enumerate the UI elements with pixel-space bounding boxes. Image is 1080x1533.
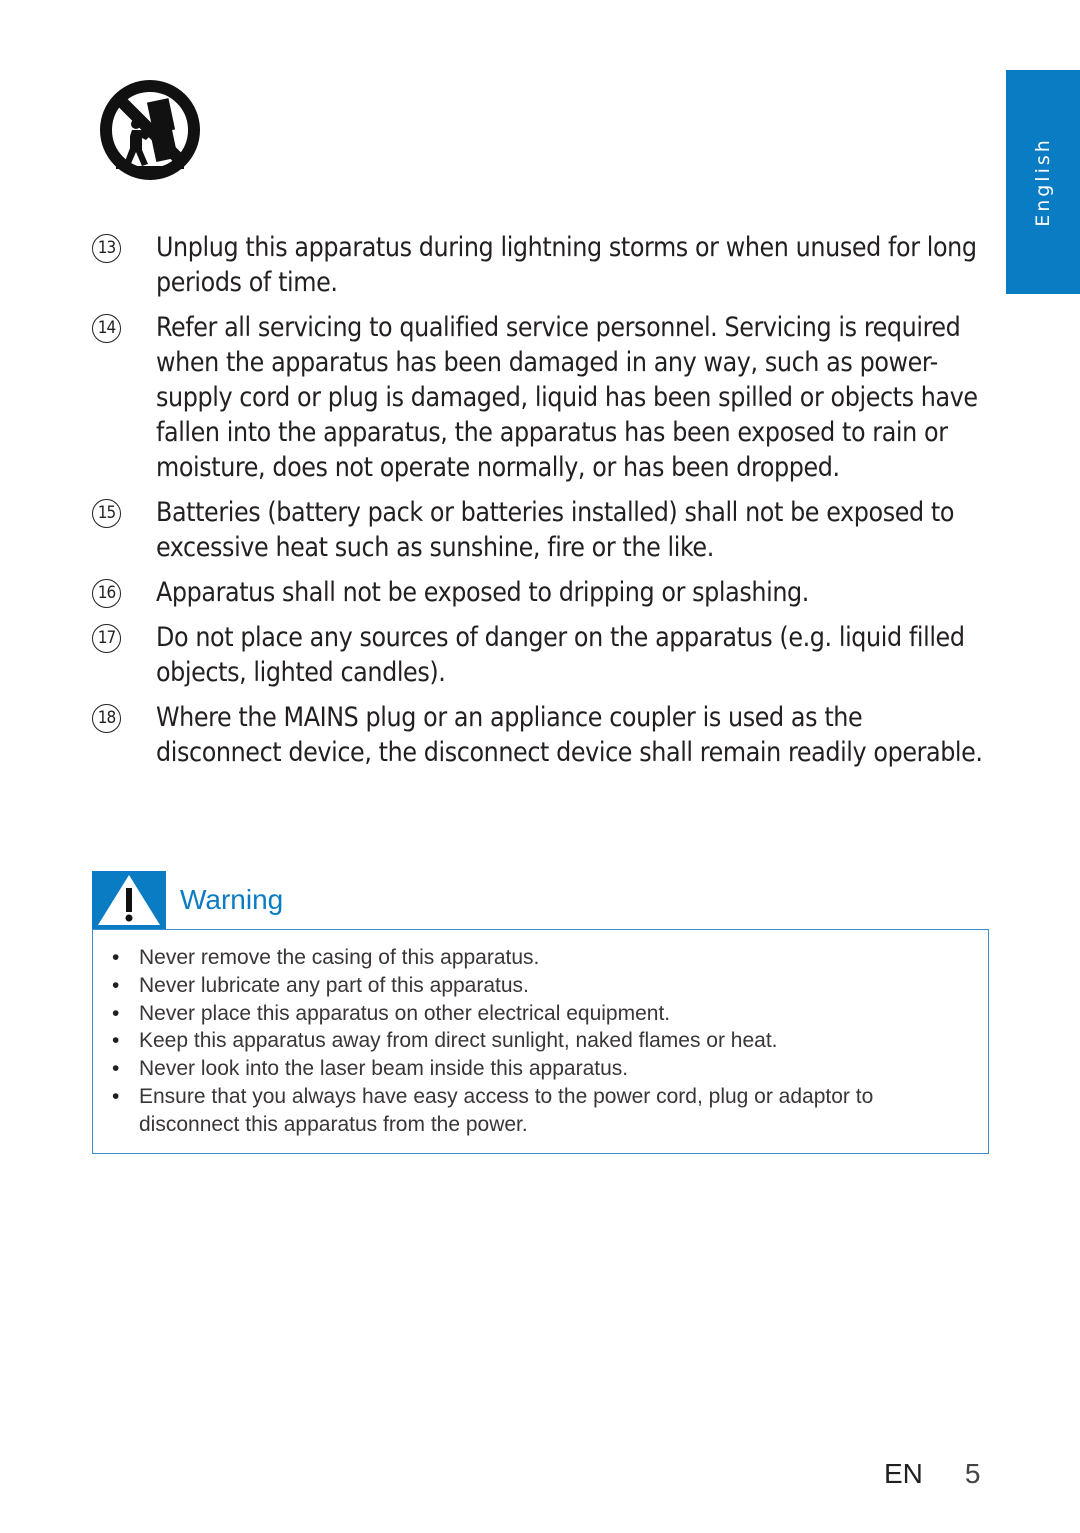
item-number: 18 [92,704,121,733]
bullet-icon: • [112,1029,120,1053]
instruction-item: 13 Unplug this apparatus during lightnin… [92,230,992,300]
instruction-item: 15 Batteries (battery pack or batteries … [92,495,992,565]
language-side-tab: English [1006,70,1080,294]
warning-point: • Ensure that you always have easy access… [112,1083,948,1139]
warning-box: • Never remove the casing of this apparat… [92,929,989,1154]
warning-point: • Never remove the casing of this apparat… [112,944,948,972]
item-number: 14 [92,314,121,343]
item-text: Unplug this apparatus during lightning s… [156,232,977,298]
page-number: 5 [964,1458,981,1489]
warning-text: Keep this apparatus away from direct sun… [139,1029,778,1053]
language-label: English [1032,137,1055,227]
item-text: Where the MAINS plug or an appliance cou… [156,702,983,768]
item-text: Apparatus shall not be exposed to drippi… [156,577,809,608]
item-text: Refer all servicing to qualified service… [156,312,978,483]
item-number: 13 [92,234,121,263]
bullet-icon: • [112,1084,120,1108]
bullet-icon: • [112,1057,120,1081]
warning-list: • Never remove the casing of this apparat… [112,944,948,1139]
warning-point: • Never place this apparatus on other ele… [112,1000,948,1028]
no-cart-tipping-icon [100,80,200,180]
bullet-icon: • [112,946,120,969]
warning-text: Never look into the laser beam inside th… [139,1057,629,1081]
warning-title: Warning [180,884,284,915]
warning-text: Never place this apparatus on other elec… [139,1001,671,1025]
warning-icon-box [92,871,166,929]
bullet-icon: • [112,1001,120,1025]
language-code: EN [884,1458,923,1489]
instruction-item: 18 Where the MAINS plug or an appliance … [92,700,992,770]
instruction-item: 14 Refer all servicing to qualified serv… [92,310,992,485]
instruction-item: 17 Do not place any sources of danger on… [92,620,992,690]
bullet-icon: • [112,973,120,997]
item-number: 16 [92,579,121,608]
warning-point: • Keep this apparatus away from direct su… [112,1027,948,1055]
warning-text: Never lubricate any part of this apparat… [139,973,529,997]
safety-instructions-list: 13 Unplug this apparatus during lightnin… [92,230,992,780]
warning-header: Warning [92,871,283,929]
item-number: 15 [92,499,121,528]
warning-triangle-icon [98,875,160,925]
warning-text: Never remove the casing of this apparatu… [139,946,540,969]
warning-point: • Never lubricate any part of this appara… [112,972,948,1000]
item-text: Do not place any sources of danger on th… [156,622,965,688]
warning-point: • Never look into the laser beam inside t… [112,1055,948,1083]
item-number: 17 [92,624,121,653]
item-text: Batteries (battery pack or batteries ins… [156,497,955,563]
instruction-item: 16 Apparatus shall not be exposed to dri… [92,575,992,610]
page-footer: EN 5 [884,1458,980,1490]
warning-text: Ensure that you always have easy access … [139,1084,874,1136]
